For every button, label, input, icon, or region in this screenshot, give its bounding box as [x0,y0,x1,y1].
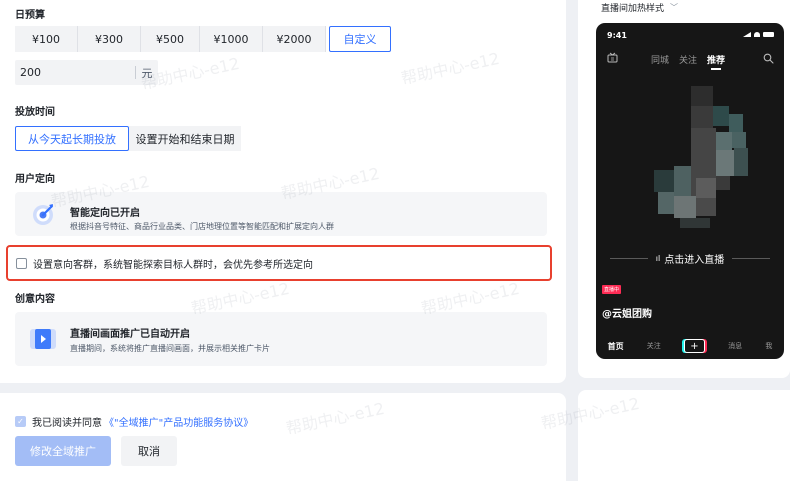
status-bar: 9:41 [596,23,784,45]
schedule-date-range-button[interactable]: 设置开始和结束日期 [129,126,241,151]
phone-bottom-nav: 首页 关注 + 消息 我 [596,333,784,359]
live-creative-title: 直播间画面推广已自动开启 [70,329,190,340]
preview-style-select[interactable]: 直播间加热样式 ﹀ [601,1,678,14]
enter-live-button[interactable]: ıl 点击进入直播 [596,248,784,268]
phone-bottom-messages[interactable]: 消息 [728,341,742,351]
phone-bottom-home[interactable]: 首页 [608,341,624,352]
divider-line [732,257,771,259]
smart-targeting-box: 智能定向已开启 根据抖音号特征、商品行业品类、门店地理位置等智能匹配和扩展定向人… [15,192,547,236]
budget-option-100[interactable]: ¥100 [15,26,78,52]
phone-tab-local[interactable]: 同城 [651,53,669,66]
phone-top-nav: 同城 关注 推荐 [596,50,784,70]
submit-button[interactable]: 修改全域推广 [15,436,111,466]
plus-icon[interactable]: + [683,339,705,353]
schedule-options: 从今天起长期投放 设置开始和结束日期 [15,126,241,151]
divider-line [609,257,648,259]
phone-tab-recommend[interactable]: 推荐 [707,53,725,70]
budget-amount-value[interactable]: 200 [15,66,135,79]
agreement-checkbox[interactable]: ✓ [15,416,26,427]
live-screen-icon [29,327,57,351]
intent-audience-checkbox[interactable] [16,257,27,269]
budget-option-1000[interactable]: ¥1000 [200,26,263,52]
currency-unit: 元 [141,66,153,80]
preview-panel: 直播间加热样式 ﹀ 9:41 同城 关注 推荐 ıl 点击进入直播 直播中 @云… [578,0,790,378]
intent-audience-row[interactable]: 设置意向客群，系统智能探索目标人群时，会优先参考所选定向 [6,245,552,281]
budget-amount-field[interactable]: 200 元 [15,60,158,85]
signal-icon [743,32,751,37]
live-creative-box: 直播间画面推广已自动开启 直播期间，系统将推广直播间画面，并展示相关推广卡片 [15,312,547,366]
budget-option-300[interactable]: ¥300 [78,26,141,52]
enter-live-label: ıl 点击进入直播 [656,251,724,266]
agreement-row: ✓ 我已阅读并同意 《"全域推广"产品功能服务协议》 [15,414,253,429]
budget-custom-button[interactable]: 自定义 [329,26,391,52]
cancel-button[interactable]: 取消 [121,436,177,466]
phone-bottom-following[interactable]: 关注 [647,341,661,351]
budget-options: ¥100 ¥300 ¥500 ¥1000 ¥2000 自定义 [15,26,391,52]
live-video-mosaic[interactable] [596,78,784,248]
enter-live-text: 点击进入直播 [664,254,725,266]
wifi-icon [754,32,760,37]
phone-tab-following[interactable]: 关注 [679,53,697,66]
phone-nav-tabs: 同城 关注 推荐 [651,53,725,70]
schedule-title: 投放时间 [15,107,55,118]
daily-budget-title: 日预算 [15,10,45,21]
intent-audience-label[interactable]: 设置意向客群，系统智能探索目标人群时，会优先参考所选定向 [33,256,313,271]
agreement-link[interactable]: 《"全域推广"产品功能服务协议》 [104,414,253,429]
agreement-text: 我已阅读并同意 [32,418,102,429]
preview-style-label: 直播间加热样式 [601,4,665,14]
live-badge: 直播中 [602,285,622,294]
search-icon[interactable] [763,53,774,67]
live-tv-icon[interactable] [607,52,618,63]
target-icon [30,201,56,227]
budget-option-500[interactable]: ¥500 [141,26,200,52]
battery-icon [763,32,774,37]
chevron-down-icon: ﹀ [670,3,679,12]
live-creative-desc: 直播期间，系统将推广直播间画面，并展示相关推广卡片 [70,344,270,353]
sound-wave-icon: ıl [655,253,661,263]
form-footer: ✓ 我已阅读并同意 《"全域推广"产品功能服务协议》 修改全域推广 取消 [0,393,566,481]
budget-option-2000[interactable]: ¥2000 [263,26,326,52]
campaign-form-card: 日预算 ¥100 ¥300 ¥500 ¥1000 ¥2000 自定义 200 元… [0,0,566,383]
creative-title: 创意内容 [15,294,55,305]
status-icons [743,32,774,37]
smart-targeting-title: 智能定向已开启 [70,208,140,219]
phone-bottom-me[interactable]: 我 [765,341,772,351]
live-account-name[interactable]: @云姐团购 [602,305,652,320]
preview-lower-panel [578,390,790,481]
phone-preview: 9:41 同城 关注 推荐 ıl 点击进入直播 直播中 @云姐团购 首页 关注 … [596,23,784,359]
status-time: 9:41 [607,31,627,40]
smart-targeting-desc: 根据抖音号特征、商品行业品类、门店地理位置等智能匹配和扩展定向人群 [70,222,334,231]
targeting-title: 用户定向 [15,174,55,185]
schedule-long-term-button[interactable]: 从今天起长期投放 [15,126,129,151]
